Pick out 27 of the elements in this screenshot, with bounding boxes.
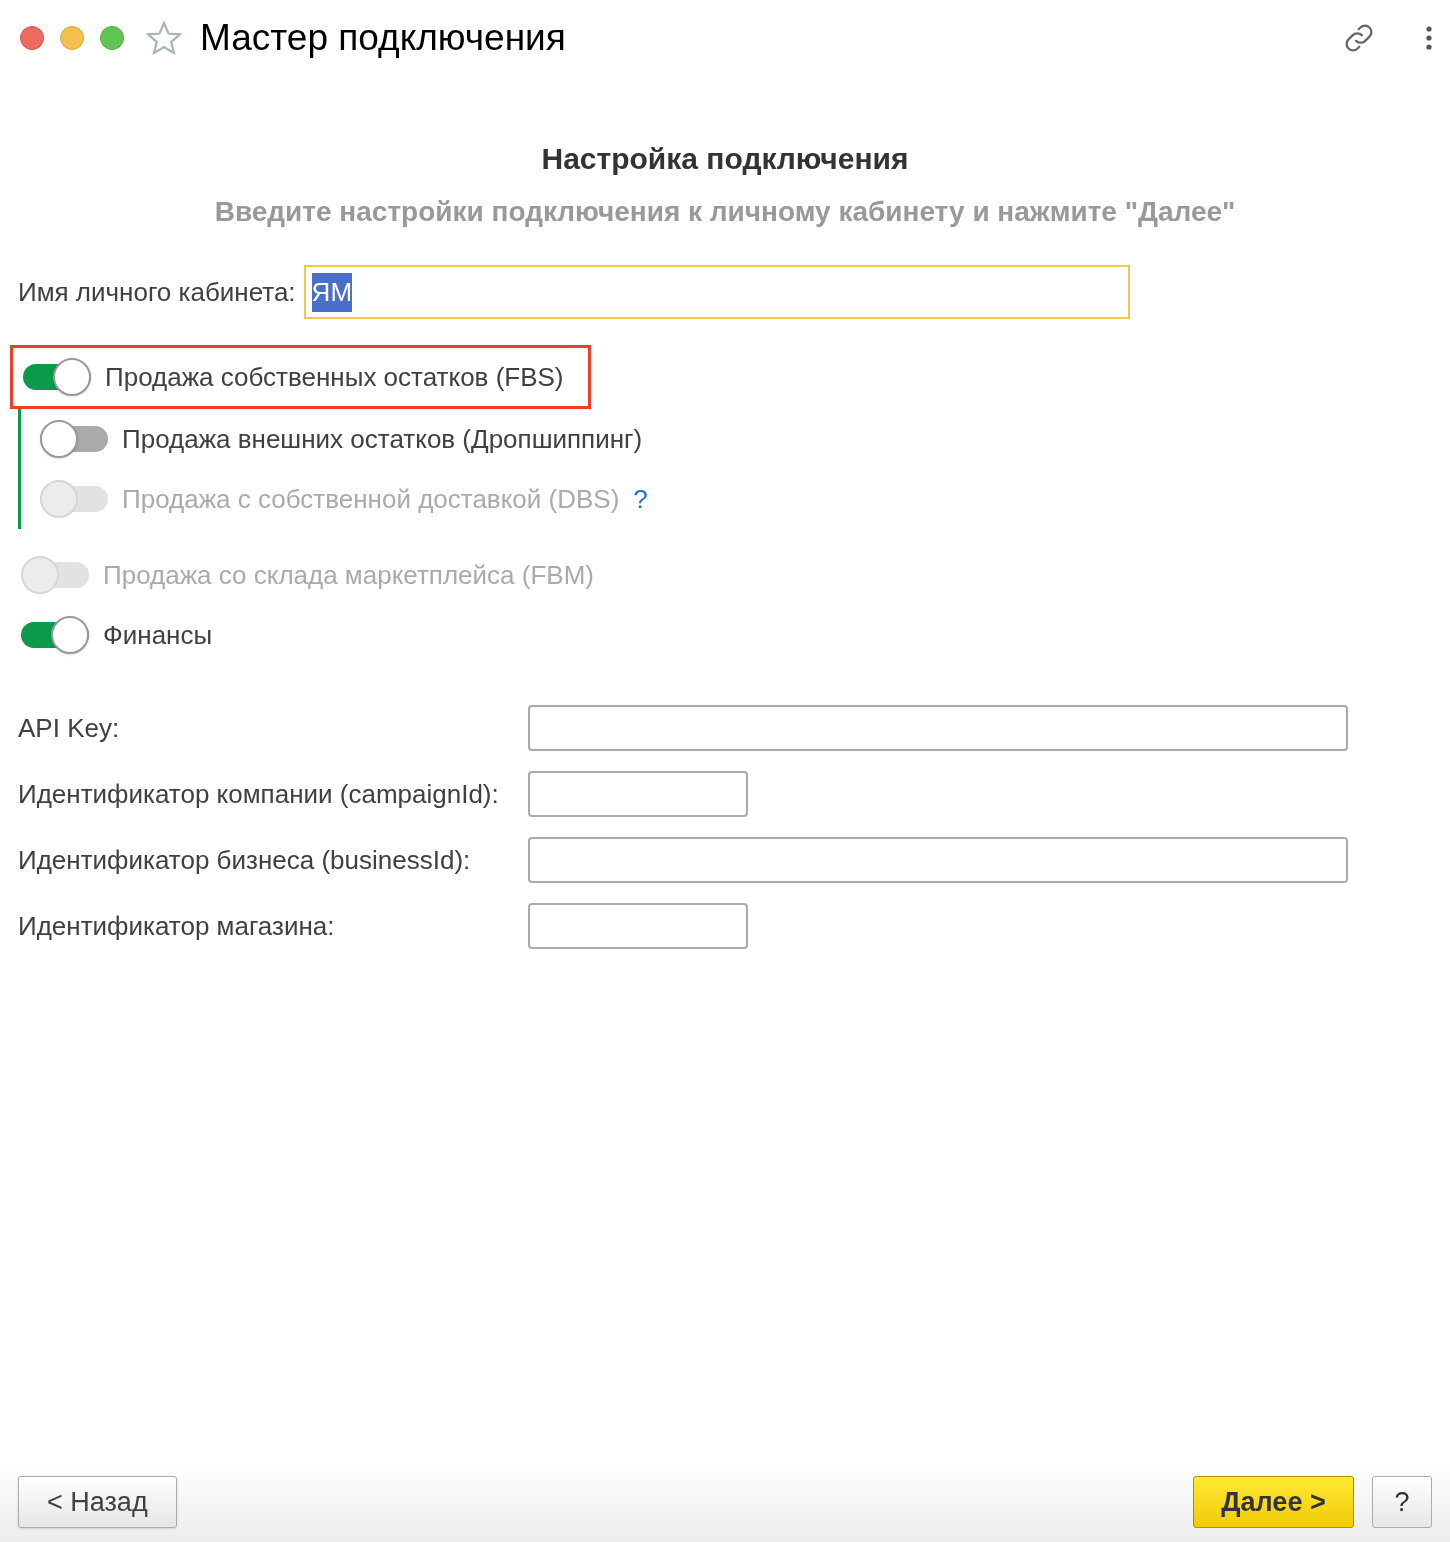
field-value: ЯМ [311,272,353,312]
account-name-field[interactable]: ЯМ [303,265,1130,319]
toggle-switch[interactable] [40,420,108,458]
next-button[interactable]: Далее > [1193,1476,1354,1528]
text-field[interactable] [528,903,748,949]
field-label: Имя личного кабинета: [18,275,296,309]
instruction-text: Введите настройки подключения к личному кабинету и нажмите "Далее" [214,195,1236,229]
text-field[interactable] [528,705,1348,751]
toggle-switch[interactable] [23,358,91,396]
field-label: Идентификатор магазина: [18,909,336,943]
field-label: Идентификатор компании (campaignId): [18,777,500,811]
field-label: Идентификатор бизнеса (businessId): [18,843,472,877]
option-label: Финансы [103,618,213,652]
star-icon[interactable] [146,21,182,55]
section-heading: Настройка подключения [541,141,909,177]
option-label: Продажа собственных остатков (FBS) [105,360,564,394]
text-field[interactable] [528,771,748,817]
toggle-switch[interactable] [21,616,89,654]
text-field[interactable] [528,837,1348,883]
option-label: Продажа с собственной доставкой (DBS) [122,482,620,516]
window-title: Мастер подключения [200,16,566,61]
more-menu-icon[interactable] [1426,26,1432,50]
help-button[interactable]: ? [1372,1476,1432,1528]
option-label: Продажа со склада маркетплейса (FBM) [103,558,594,592]
back-button[interactable]: < Назад [18,1476,177,1528]
option-label: Продажа внешних остатков (Дропшиппинг) [122,422,643,456]
field-label: API Key: [18,711,121,745]
